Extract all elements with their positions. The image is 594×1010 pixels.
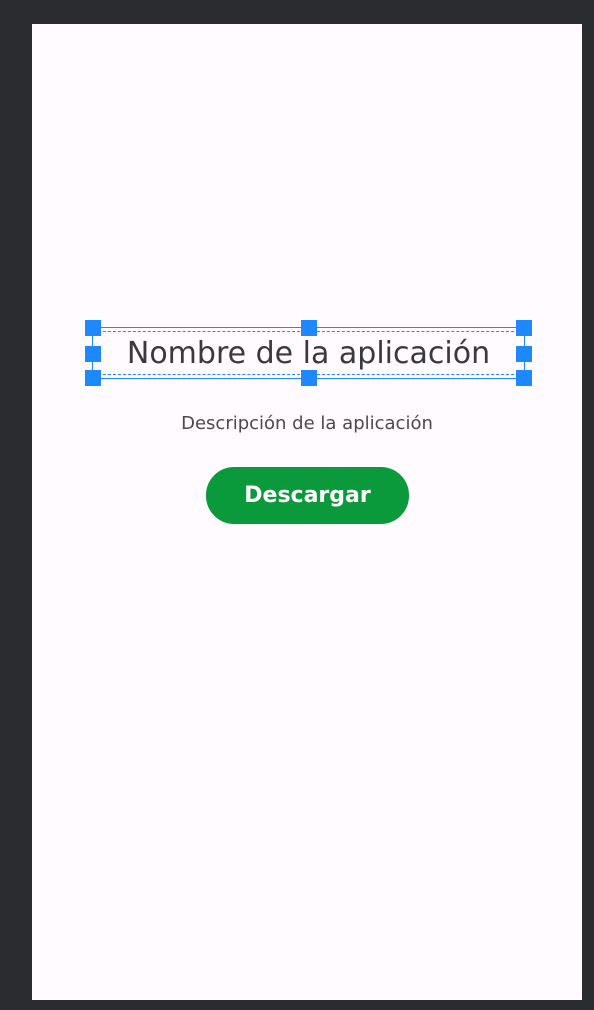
- resize-handle-top-right[interactable]: [516, 320, 532, 336]
- resize-handle-bottom-right[interactable]: [516, 370, 532, 386]
- resize-handle-bottom-left[interactable]: [85, 370, 101, 386]
- selected-title-component[interactable]: Nombre de la aplicación: [85, 320, 532, 386]
- resize-handle-top-left[interactable]: [85, 320, 101, 336]
- resize-handle-middle-left[interactable]: [85, 346, 101, 362]
- app-description: Descripción de la aplicación: [181, 413, 433, 434]
- phone-screen-preview: Nombre de la aplicación Descripción de l…: [32, 24, 582, 1000]
- resize-handle-bottom-center[interactable]: [301, 370, 317, 386]
- editor-canvas: Nombre de la aplicación Descripción de l…: [0, 0, 594, 1010]
- resize-handle-middle-right[interactable]: [516, 346, 532, 362]
- app-title[interactable]: Nombre de la aplicación: [93, 334, 524, 374]
- resize-handle-top-center[interactable]: [301, 320, 317, 336]
- download-button[interactable]: Descargar: [206, 467, 409, 524]
